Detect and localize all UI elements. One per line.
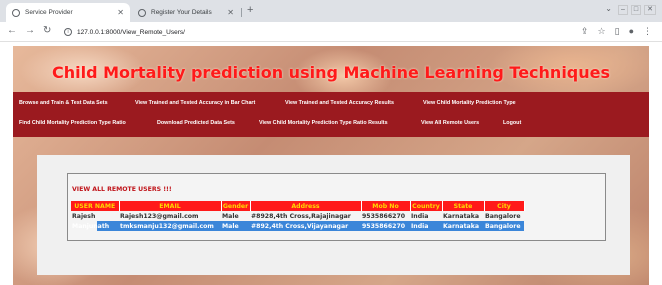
minimize-icon[interactable]: –: [617, 5, 628, 15]
cell-mob-no: 9535866270: [361, 221, 410, 231]
tab-register-your-details[interactable]: Register Your Details ✕: [132, 3, 240, 22]
cell-state: Karnataka: [443, 212, 480, 220]
nav-prediction-type[interactable]: View Child Mortality Prediction Type: [423, 100, 516, 106]
globe-icon: [138, 8, 146, 17]
table-row: Rajesh Rajesh123@gmail.com Male #8928,4t…: [71, 211, 524, 221]
close-icon[interactable]: ✕: [117, 8, 124, 17]
tab-title: Service Provider: [25, 9, 73, 16]
reload-icon[interactable]: ↻: [43, 25, 51, 36]
page-title: Child Mortality prediction using Machine…: [51, 63, 611, 82]
nav-accuracy-results[interactable]: View Trained and Tested Accuracy Results: [285, 100, 394, 106]
cell-country: India: [410, 221, 442, 231]
back-icon[interactable]: ←: [7, 25, 17, 36]
window-controls: – □ ✕: [617, 5, 656, 15]
table-header-row: USER NAME EMAIL Gender Address Mob No Co…: [71, 201, 525, 211]
content-panel: VIEW ALL REMOTE USERS !!! USER NAME EMAI…: [37, 155, 630, 275]
browser-tab-bar: Service Provider ✕ Register Your Details…: [0, 0, 662, 22]
cell-gender: Male: [221, 221, 250, 231]
table-row: Manjunath tmksmanju132@gmail.com Male #8…: [71, 221, 524, 231]
close-window-icon[interactable]: ✕: [644, 5, 656, 15]
tab-service-provider[interactable]: Service Provider ✕: [6, 3, 130, 22]
nav-logout[interactable]: Logout: [503, 120, 521, 126]
cell-email: tmksmanju132@gmail.com: [119, 221, 221, 231]
col-email: EMAIL: [119, 201, 222, 211]
new-tab-icon[interactable]: +: [247, 4, 253, 16]
main-navigation: Browse and Train & Test Data Sets View T…: [13, 92, 649, 137]
col-user-name: USER NAME: [71, 201, 120, 211]
cell-address: #892,4th Cross,Vijayanagar: [250, 221, 361, 231]
toolbar-actions: ⇪ ☆ ▯ ● ⋮: [581, 26, 652, 37]
tab-title: Register Your Details: [151, 9, 212, 16]
address-bar[interactable]: i 127.0.0.1:8000/View_Remote_Users/: [64, 25, 185, 39]
nav-ratio-results[interactable]: View Child Mortality Prediction Type Rat…: [259, 120, 388, 126]
info-icon[interactable]: i: [64, 28, 72, 36]
close-icon[interactable]: ✕: [227, 8, 234, 17]
forward-icon[interactable]: →: [25, 25, 35, 36]
share-icon[interactable]: ⇪: [581, 26, 589, 37]
col-country: Country: [410, 201, 443, 211]
col-mob-no: Mob No: [361, 201, 411, 211]
browser-toolbar: ← → ↻ i 127.0.0.1:8000/View_Remote_Users…: [0, 22, 662, 42]
web-page: Child Mortality prediction using Machine…: [13, 46, 649, 285]
cell-city: Bangalore: [485, 212, 521, 220]
remote-users-table: USER NAME EMAIL Gender Address Mob No Co…: [71, 201, 525, 231]
cell-user-name: Manjunath: [71, 221, 119, 231]
tab-separator: [241, 8, 242, 17]
globe-icon: [12, 8, 20, 17]
cell-gender: Male: [222, 212, 239, 220]
url-text: 127.0.0.1:8000/View_Remote_Users/: [77, 28, 185, 36]
cell-city: Bangalore: [484, 221, 524, 231]
col-state: State: [442, 201, 485, 211]
col-city: City: [484, 201, 525, 211]
col-address: Address: [250, 201, 362, 211]
remote-users-box: VIEW ALL REMOTE USERS !!! USER NAME EMAI…: [67, 173, 606, 241]
cell-email: Rajesh123@gmail.com: [120, 212, 199, 220]
sidepanel-icon[interactable]: ▯: [615, 26, 620, 37]
cell-state: Karnataka: [442, 221, 484, 231]
menu-icon[interactable]: ⋮: [643, 26, 652, 37]
nav-browse-train-test[interactable]: Browse and Train & Test Data Sets: [19, 100, 108, 106]
nav-view-remote-users[interactable]: View All Remote Users: [421, 120, 479, 126]
cell-country: India: [411, 212, 429, 220]
cell-user-name: Rajesh: [72, 212, 96, 220]
star-icon[interactable]: ☆: [598, 26, 606, 37]
col-gender: Gender: [221, 201, 251, 211]
maximize-icon[interactable]: □: [630, 5, 642, 15]
chevron-down-icon[interactable]: ⌄: [605, 4, 612, 13]
section-heading: VIEW ALL REMOTE USERS !!!: [72, 186, 172, 193]
cell-address: #8928,4th Cross,Rajajinagar: [251, 212, 351, 220]
profile-icon[interactable]: ●: [629, 26, 634, 37]
nav-accuracy-bar-chart[interactable]: View Trained and Tested Accuracy in Bar …: [135, 100, 255, 106]
nav-download-datasets[interactable]: Download Predicted Data Sets: [157, 120, 235, 126]
nav-find-ratio[interactable]: Find Child Mortality Prediction Type Rat…: [19, 120, 126, 126]
cell-mob-no: 9535866270: [362, 212, 406, 220]
